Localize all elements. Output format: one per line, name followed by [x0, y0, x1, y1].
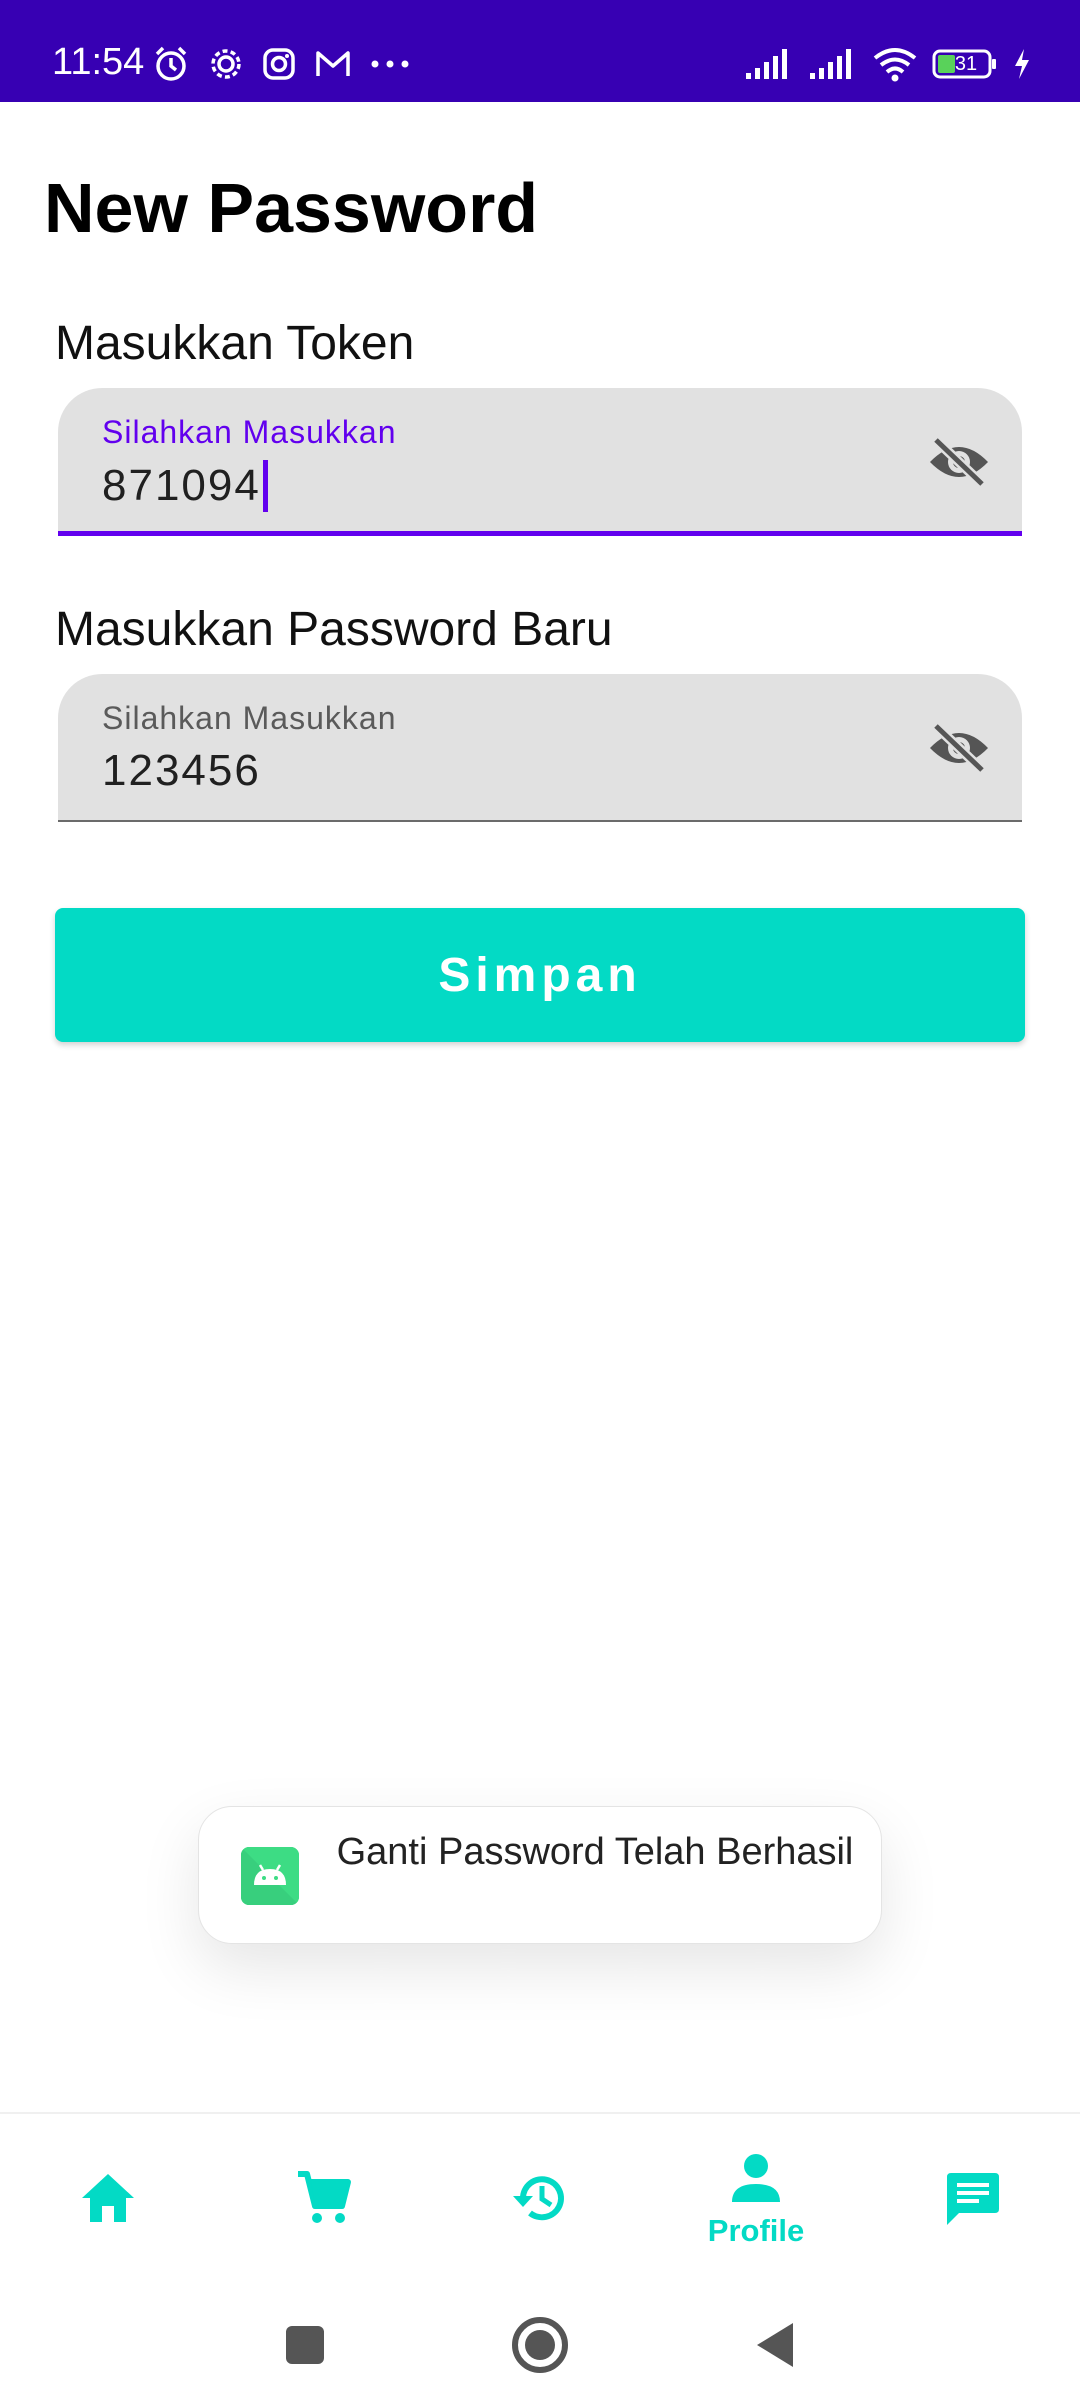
nav-item-profile[interactable]: Profile — [648, 2114, 864, 2286]
password-input[interactable]: Silahkan Masukkan 123456 — [58, 674, 1022, 822]
signal-icon — [744, 47, 794, 81]
password-floating-label: Silahkan Masukkan — [102, 700, 397, 736]
battery-icon: 31 — [932, 48, 998, 80]
wifi-icon — [872, 46, 918, 82]
token-field-label: Masukkan Token — [55, 317, 415, 370]
instagram-icon — [262, 47, 296, 81]
visibility-off-icon[interactable] — [926, 720, 992, 776]
nav-label-profile: Profile — [707, 2212, 805, 2248]
text-cursor — [262, 460, 268, 512]
chat-icon — [943, 2169, 1001, 2232]
recents-button[interactable] — [270, 2312, 340, 2382]
back-icon — [753, 2321, 797, 2374]
toast-notification: Ganti Password Telah Berhasil — [198, 1806, 882, 1944]
back-button[interactable] — [740, 2312, 810, 2382]
history-icon — [509, 2169, 571, 2232]
save-button[interactable]: Simpan — [55, 908, 1025, 1042]
profile-icon — [730, 2152, 782, 2209]
nav-item-cart[interactable] — [216, 2114, 432, 2286]
toast-message: Ganti Password Telah Berhasil — [336, 1831, 854, 1873]
token-input-value: 871094 — [102, 460, 268, 512]
status-time: 11:54 — [52, 41, 145, 83]
token-floating-label: Silahkan Masukkan — [102, 414, 397, 450]
status-bar: 11:54 31 — [0, 0, 1080, 102]
status-right-icons: 31 — [744, 44, 1032, 84]
android-app-icon — [241, 1847, 299, 1905]
home-circle-icon — [511, 2316, 569, 2379]
battery-level: 31 — [954, 53, 978, 75]
nav-item-home[interactable] — [0, 2114, 216, 2286]
nav-item-history[interactable] — [432, 2114, 648, 2286]
charging-icon — [1012, 47, 1032, 81]
cart-icon — [294, 2168, 354, 2233]
password-field-label: Masukkan Password Baru — [55, 603, 613, 656]
bottom-navigation: Profile — [0, 2112, 1080, 2286]
token-underline — [58, 531, 1022, 536]
more-icon — [370, 59, 410, 69]
status-left-icons — [152, 44, 410, 84]
home-button[interactable] — [505, 2312, 575, 2382]
password-underline — [58, 820, 1022, 822]
token-input[interactable]: Silahkan Masukkan 871094 — [58, 388, 1022, 536]
signal-icon — [808, 47, 858, 81]
nav-item-chat[interactable] — [864, 2114, 1080, 2286]
recents-icon — [285, 2325, 325, 2370]
system-navigation-bar — [0, 2284, 1080, 2400]
page-title: New Password — [44, 169, 539, 247]
visibility-off-icon[interactable] — [926, 434, 992, 490]
settings-icon — [208, 46, 244, 82]
alarm-icon — [152, 45, 190, 83]
gmail-icon — [314, 48, 352, 80]
password-input-value: 123456 — [102, 746, 261, 795]
home-icon — [78, 2170, 138, 2231]
